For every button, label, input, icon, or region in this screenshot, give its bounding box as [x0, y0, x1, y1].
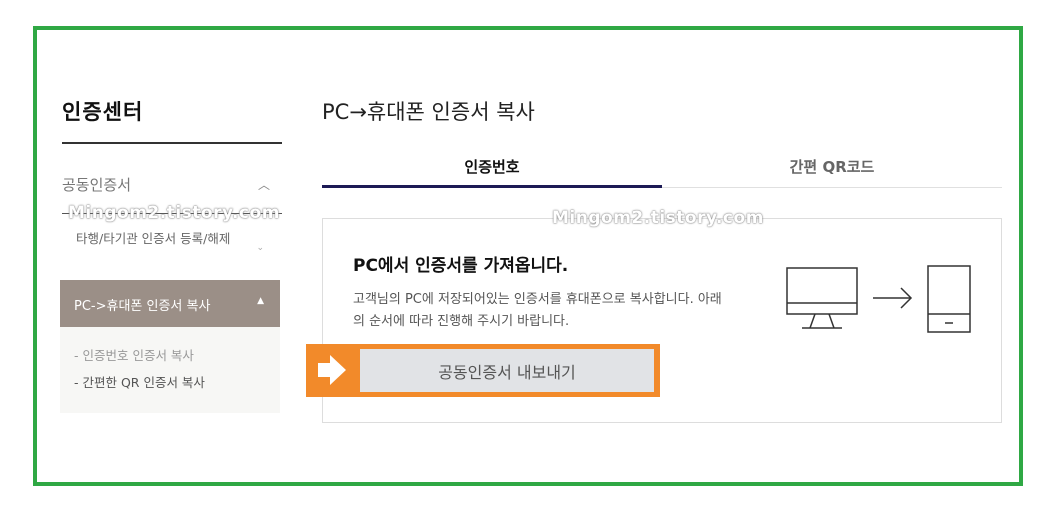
transfer-illustration — [786, 265, 971, 333]
caret-up-icon: ▲ — [257, 296, 264, 306]
sidebar-item-label: 타행/타기관 인증서 등록/해제 — [76, 231, 231, 246]
page-title: PC→휴대폰 인증서 복사 — [322, 100, 535, 124]
tab-bar: 인증번호 간편 QR코드 — [322, 150, 1002, 188]
sidebar-divider — [62, 142, 282, 144]
panel-description: 고객님의 PC에 저장되어있는 인증서를 휴대폰으로 복사합니다. 아래의 순서… — [353, 292, 722, 329]
sidebar-item-pc-to-phone[interactable]: PC->휴대폰 인증서 복사 ▲ — [60, 280, 280, 327]
sidebar-section-certificate[interactable]: 공동인증서 ︿ — [62, 174, 282, 196]
chevron-down-icon: ⌄ — [256, 243, 264, 253]
phone-icon — [927, 265, 971, 333]
submenu-item-qr[interactable]: - 간편한 QR 인증서 복사 — [74, 372, 205, 391]
arrow-right-icon — [318, 355, 346, 385]
export-button-highlight: 공동인증서 내보내기 — [306, 344, 660, 397]
sidebar-submenu: - 인증번호 인증서 복사 - 간편한 QR 인증서 복사 — [60, 327, 280, 413]
sidebar-section-label: 공동인증서 — [62, 176, 132, 194]
submenu-item-auth-number[interactable]: - 인증번호 인증서 복사 — [74, 345, 194, 364]
tab-qr-code[interactable]: 간편 QR코드 — [662, 150, 1002, 188]
sidebar-item-label: PC->휴대폰 인증서 복사 — [74, 299, 211, 314]
tab-auth-number[interactable]: 인증번호 — [322, 150, 662, 188]
sidebar-item-register-other-cert[interactable]: 타행/타기관 인증서 등록/해제 ⌄ — [76, 230, 264, 253]
export-certificate-button[interactable]: 공동인증서 내보내기 — [360, 349, 654, 392]
monitor-icon — [786, 267, 858, 329]
watermark-left: Mingom2.tistory.com — [68, 203, 280, 223]
chevron-up-icon: ︿ — [257, 178, 270, 192]
arrow-right-icon — [873, 287, 913, 309]
sidebar-title: 인증센터 — [62, 100, 144, 124]
panel-heading: PC에서 인증서를 가져옵니다. — [353, 256, 569, 276]
watermark-center: Mingom2.tistory.com — [552, 208, 764, 228]
